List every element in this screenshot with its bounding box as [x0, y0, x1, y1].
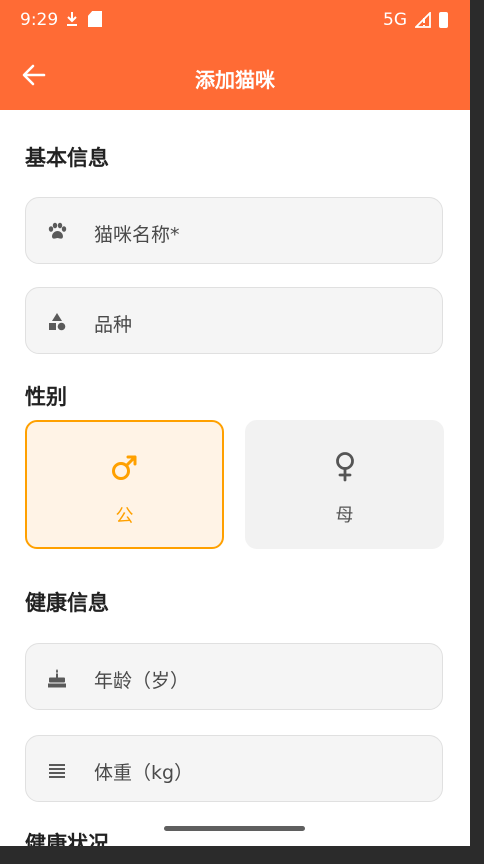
section-title-health-status: 健康状况 — [25, 832, 109, 846]
gender-option-female[interactable]: 母 — [245, 420, 444, 549]
cat-name-placeholder: 猫咪名称* — [94, 224, 180, 246]
male-icon — [111, 455, 136, 480]
page-title: 添加猫咪 — [195, 68, 275, 92]
status-notification-icons — [66, 11, 102, 27]
status-time: 9:29 — [20, 10, 59, 30]
gender-option-male[interactable]: 公 — [25, 420, 224, 549]
age-placeholder: 年龄（岁） — [94, 670, 190, 692]
signal-icon — [415, 12, 431, 28]
battery-icon — [439, 12, 448, 28]
female-icon — [335, 452, 354, 482]
gender-label-male: 公 — [115, 506, 134, 527]
weight-lines-icon — [49, 764, 65, 778]
sd-card-icon — [88, 11, 102, 27]
network-type: 5G — [383, 10, 407, 30]
section-title-gender: 性别 — [25, 385, 67, 409]
download-icon — [67, 12, 77, 26]
status-right: 5G — [383, 10, 448, 30]
home-indicator[interactable] — [164, 826, 305, 831]
weight-placeholder: 体重（kg） — [94, 762, 194, 784]
cat-name-field[interactable]: 猫咪名称* — [25, 197, 443, 264]
breed-placeholder: 品种 — [94, 314, 133, 336]
status-bar: 9:29 5G — [0, 0, 470, 40]
paw-icon — [48, 222, 67, 239]
screen: 9:29 5G 添加猫咪 基本信息 猫咪名称* 品种 性别 公 母 健康信息 年… — [0, 0, 470, 846]
category-icon — [49, 313, 66, 331]
bottom-edge — [0, 846, 484, 864]
cake-icon — [48, 669, 66, 688]
gender-label-female: 母 — [335, 505, 354, 526]
weight-field[interactable]: 体重（kg） — [25, 735, 443, 802]
section-title-health-info: 健康信息 — [25, 591, 109, 615]
breed-field[interactable]: 品种 — [25, 287, 443, 354]
app-bar: 添加猫咪 — [0, 40, 470, 110]
section-title-basic-info: 基本信息 — [25, 146, 109, 170]
age-field[interactable]: 年龄（岁） — [25, 643, 443, 710]
right-edge — [470, 0, 484, 864]
